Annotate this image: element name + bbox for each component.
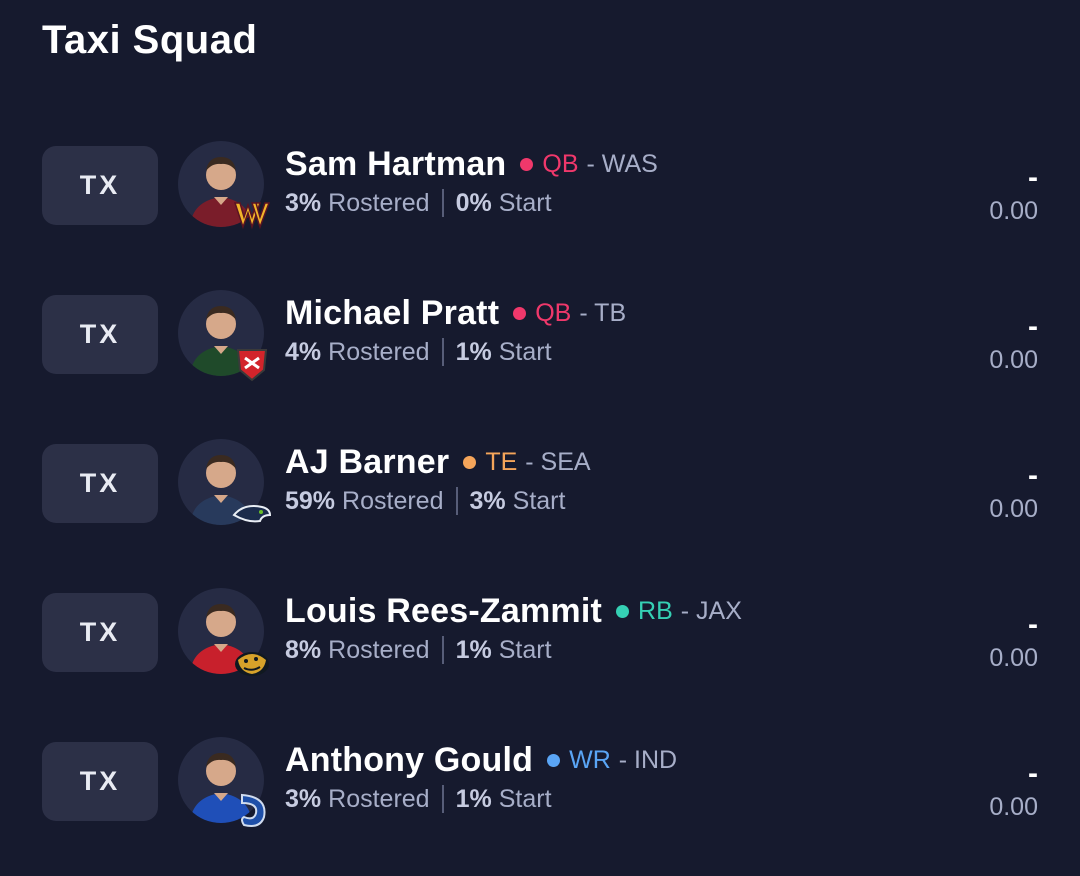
actual-points: 0.00 xyxy=(989,346,1038,374)
player-row[interactable]: TX Anthony Gould WR - IND 3% Rostered 1%… xyxy=(0,737,1080,838)
rostered-percent: 3% xyxy=(285,188,322,217)
player-position: WR xyxy=(569,745,611,774)
player-team: - IND xyxy=(618,745,678,774)
player-score: - 0.00 xyxy=(989,162,1038,228)
rostered-percent: 4% xyxy=(285,337,322,366)
taxi-squad-page: Taxi Squad TX Sam Hartman QB - WAS 3% Ro… xyxy=(0,0,1080,876)
player-info: Anthony Gould WR - IND 3% Rostered 1% St… xyxy=(285,740,935,818)
rostered-label: Rostered xyxy=(328,635,430,664)
start-percent: 0% xyxy=(455,188,492,217)
position-dot-icon xyxy=(513,306,527,320)
actual-points: 0.00 xyxy=(989,793,1038,821)
start-label: Start xyxy=(498,635,552,664)
player-info: Michael Pratt QB - TB 4% Rostered 1% Sta… xyxy=(285,293,935,371)
jaguars-logo-icon xyxy=(232,642,272,682)
actual-points: 0.00 xyxy=(989,197,1038,225)
projected-points: - xyxy=(1028,459,1038,492)
projected-points: - xyxy=(1028,310,1038,343)
player-team: - TB xyxy=(579,298,627,327)
player-avatar[interactable] xyxy=(178,141,272,235)
roster-slot-button[interactable]: TX xyxy=(42,444,158,523)
player-team: - SEA xyxy=(525,447,591,476)
roster-slot-button[interactable]: TX xyxy=(42,593,158,672)
player-team: - JAX xyxy=(680,596,742,625)
rostered-label: Rostered xyxy=(328,337,430,366)
position-dot-icon xyxy=(616,604,630,618)
stats-divider xyxy=(441,785,444,813)
player-info: AJ Barner TE - SEA 59% Rostered 3% Start xyxy=(285,442,935,520)
roster-slot-button[interactable]: TX xyxy=(42,295,158,374)
rostered-label: Rostered xyxy=(328,784,430,813)
start-label: Start xyxy=(498,188,552,217)
player-row[interactable]: TX Louis Rees-Zammit RB - JAX 8% Rostere… xyxy=(0,588,1080,689)
start-percent: 1% xyxy=(455,337,492,366)
seahawks-logo-icon xyxy=(232,493,272,533)
buccaneers-logo-icon xyxy=(232,344,272,384)
rostered-label: Rostered xyxy=(328,188,430,217)
projected-points: - xyxy=(1028,608,1038,641)
roster-slot-button[interactable]: TX xyxy=(42,146,158,225)
rostered-label: Rostered xyxy=(342,486,444,515)
projected-points: - xyxy=(1028,161,1038,194)
start-label: Start xyxy=(512,486,566,515)
player-position: QB xyxy=(542,149,579,178)
player-position: QB xyxy=(535,298,572,327)
player-avatar[interactable] xyxy=(178,439,272,533)
player-row[interactable]: TX Sam Hartman QB - WAS 3% Rostered 0% S… xyxy=(0,141,1080,242)
player-row[interactable]: TX Michael Pratt QB - TB 4% Rostered 1% … xyxy=(0,290,1080,391)
actual-points: 0.00 xyxy=(989,644,1038,672)
position-dot-icon xyxy=(463,455,477,469)
player-name[interactable]: AJ Barner xyxy=(285,443,449,482)
player-name[interactable]: Michael Pratt xyxy=(285,294,499,333)
player-name[interactable]: Anthony Gould xyxy=(285,741,533,780)
player-row[interactable]: TX AJ Barner TE - SEA 59% Rostered 3% St… xyxy=(0,439,1080,540)
player-avatar[interactable] xyxy=(178,290,270,382)
start-percent: 1% xyxy=(455,784,492,813)
section-title: Taxi Squad xyxy=(42,18,258,62)
start-label: Start xyxy=(498,337,552,366)
player-position: TE xyxy=(485,447,518,476)
player-team: - WAS xyxy=(586,149,658,178)
rostered-percent: 8% xyxy=(285,635,322,664)
player-avatar[interactable] xyxy=(178,737,270,829)
start-percent: 3% xyxy=(469,486,506,515)
player-name[interactable]: Louis Rees-Zammit xyxy=(285,592,602,631)
stats-divider xyxy=(441,189,444,217)
position-dot-icon xyxy=(547,753,561,767)
stats-divider xyxy=(455,487,458,515)
stats-divider xyxy=(441,636,444,664)
player-position: RB xyxy=(638,596,673,625)
player-score: - 0.00 xyxy=(989,758,1038,824)
player-name[interactable]: Sam Hartman xyxy=(285,145,506,184)
start-percent: 1% xyxy=(455,635,492,664)
player-score: - 0.00 xyxy=(989,460,1038,526)
player-info: Louis Rees-Zammit RB - JAX 8% Rostered 1… xyxy=(285,591,935,669)
player-score: - 0.00 xyxy=(989,609,1038,675)
projected-points: - xyxy=(1028,757,1038,790)
rostered-percent: 3% xyxy=(285,784,322,813)
player-info: Sam Hartman QB - WAS 3% Rostered 0% Star… xyxy=(285,144,935,222)
start-label: Start xyxy=(498,784,552,813)
rostered-percent: 59% xyxy=(285,486,336,515)
position-dot-icon xyxy=(520,157,534,171)
actual-points: 0.00 xyxy=(989,495,1038,523)
stats-divider xyxy=(441,338,444,366)
commanders-logo-icon xyxy=(232,195,272,235)
player-score: - 0.00 xyxy=(989,311,1038,377)
roster-slot-button[interactable]: TX xyxy=(42,742,158,821)
player-avatar[interactable] xyxy=(178,588,270,680)
colts-logo-icon xyxy=(232,791,272,831)
